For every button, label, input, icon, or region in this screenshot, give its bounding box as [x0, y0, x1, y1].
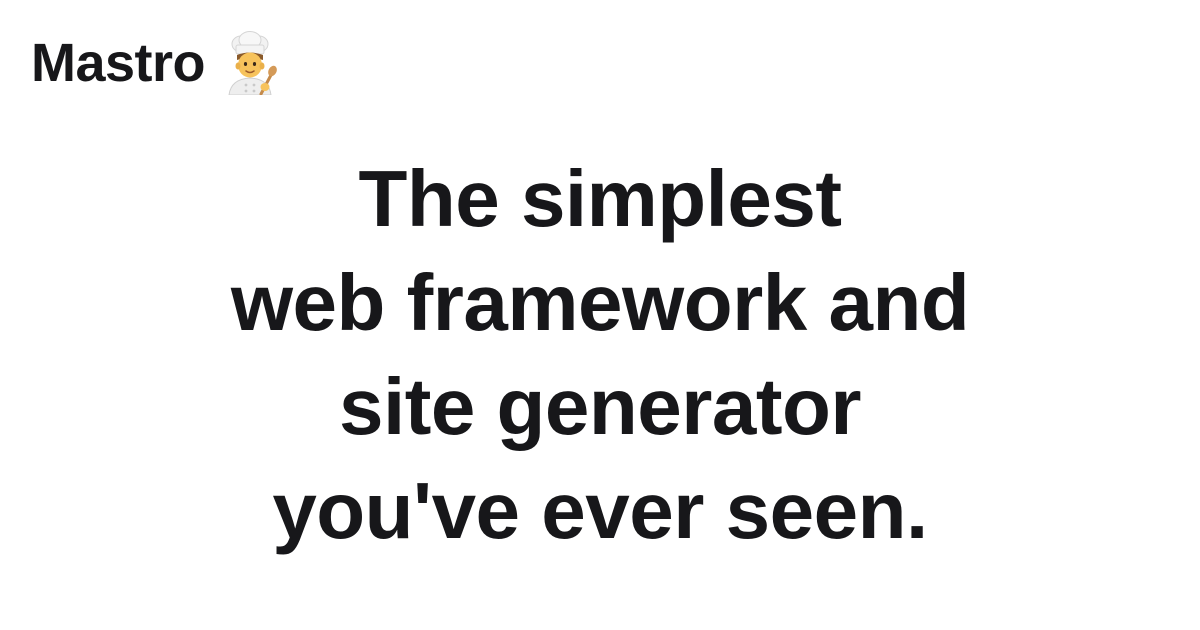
brand-name: Mastro	[31, 33, 206, 93]
headline-line: The simplest	[358, 154, 842, 243]
chef-icon	[228, 31, 277, 95]
headline-line: site generator	[338, 362, 862, 451]
headline: The simplest web framework and site gene…	[0, 147, 1200, 563]
headline-line: you've ever seen.	[272, 466, 928, 555]
brand-logo[interactable]: Mastro	[31, 28, 279, 98]
headline-line: web framework and	[230, 258, 970, 347]
